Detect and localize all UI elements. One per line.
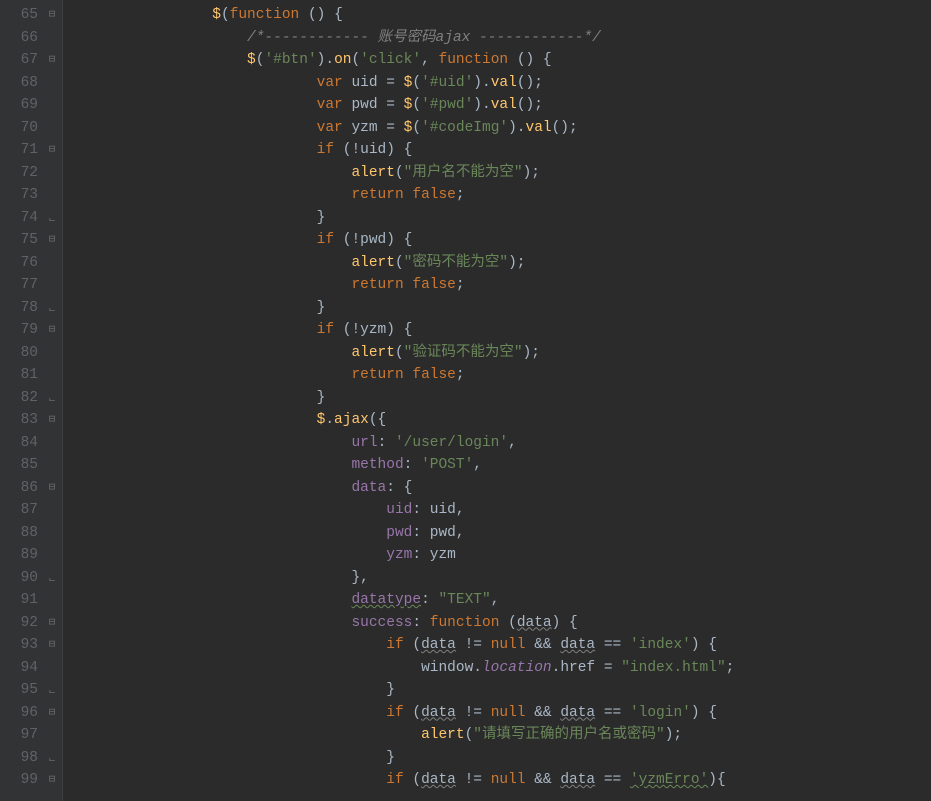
code-line[interactable]: return false;: [73, 364, 931, 387]
fold-close-icon[interactable]: ⌐: [46, 300, 58, 317]
fold-open-icon[interactable]: ⊟: [46, 232, 58, 249]
code-line[interactable]: if (data != null && data == 'index') {: [73, 634, 931, 657]
line-number: 90: [10, 567, 38, 590]
line-number: 88: [10, 522, 38, 545]
line-number: 76: [10, 252, 38, 275]
line-number: 77: [10, 274, 38, 297]
code-line[interactable]: return false;: [73, 184, 931, 207]
fold-open-icon[interactable]: ⊟: [46, 412, 58, 429]
code-line[interactable]: var uid = $('#uid').val();: [73, 72, 931, 95]
code-line[interactable]: }: [73, 747, 931, 770]
fold-open-icon[interactable]: ⊟: [46, 772, 58, 789]
code-line[interactable]: if (!pwd) {: [73, 229, 931, 252]
code-line[interactable]: success: function (data) {: [73, 612, 931, 635]
fold-close-icon[interactable]: ⌐: [46, 682, 58, 699]
line-number: 81: [10, 364, 38, 387]
code-line[interactable]: alert("请填写正确的用户名或密码");: [73, 724, 931, 747]
code-line[interactable]: var pwd = $('#pwd').val();: [73, 94, 931, 117]
line-number: 72: [10, 162, 38, 185]
line-number: 97: [10, 724, 38, 747]
code-line[interactable]: }: [73, 387, 931, 410]
line-number: 80: [10, 342, 38, 365]
line-number: 75: [10, 229, 38, 252]
code-line[interactable]: if (!uid) {: [73, 139, 931, 162]
code-line[interactable]: uid: uid,: [73, 499, 931, 522]
code-line[interactable]: /*------------ 账号密码ajax ------------*/: [73, 27, 931, 50]
fold-open-icon[interactable]: ⊟: [46, 322, 58, 339]
line-number: 67: [10, 49, 38, 72]
code-line[interactable]: yzm: yzm: [73, 544, 931, 567]
line-number: 86: [10, 477, 38, 500]
line-number: 66: [10, 27, 38, 50]
fold-close-icon[interactable]: ⌐: [46, 570, 58, 587]
line-number-gutter: 6566676869707172737475767778798081828384…: [0, 0, 44, 801]
code-line[interactable]: alert("密码不能为空");: [73, 252, 931, 275]
code-line[interactable]: datatype: "TEXT",: [73, 589, 931, 612]
line-number: 70: [10, 117, 38, 140]
fold-open-icon[interactable]: ⊟: [46, 615, 58, 632]
line-number: 74: [10, 207, 38, 230]
code-line[interactable]: return false;: [73, 274, 931, 297]
line-number: 71: [10, 139, 38, 162]
line-number: 96: [10, 702, 38, 725]
fold-close-icon[interactable]: ⌐: [46, 210, 58, 227]
line-number: 93: [10, 634, 38, 657]
code-line[interactable]: }: [73, 297, 931, 320]
line-number: 73: [10, 184, 38, 207]
line-number: 98: [10, 747, 38, 770]
code-line[interactable]: },: [73, 567, 931, 590]
code-line[interactable]: }: [73, 207, 931, 230]
line-number: 79: [10, 319, 38, 342]
code-line[interactable]: var yzm = $('#codeImg').val();: [73, 117, 931, 140]
line-number: 99: [10, 769, 38, 792]
fold-close-icon[interactable]: ⌐: [46, 390, 58, 407]
line-number: 82: [10, 387, 38, 410]
line-number: 85: [10, 454, 38, 477]
line-number: 95: [10, 679, 38, 702]
line-number: 91: [10, 589, 38, 612]
fold-column[interactable]: ⊟ ⊟ ⊟ ⌐ ⊟ ⌐ ⊟ ⌐ ⊟ ⊟ ⌐ ⊟ ⊟ ⌐ ⊟ ⌐ ⊟: [44, 0, 62, 801]
code-line[interactable]: alert("用户名不能为空");: [73, 162, 931, 185]
code-area[interactable]: $(function () { /*------------ 账号密码ajax …: [63, 0, 931, 801]
fold-open-icon[interactable]: ⊟: [46, 705, 58, 722]
code-line[interactable]: window.location.href = "index.html";: [73, 657, 931, 680]
line-number: 78: [10, 297, 38, 320]
line-number: 68: [10, 72, 38, 95]
line-number: 84: [10, 432, 38, 455]
code-line[interactable]: $('#btn').on('click', function () {: [73, 49, 931, 72]
line-number: 89: [10, 544, 38, 567]
line-number: 83: [10, 409, 38, 432]
line-number: 92: [10, 612, 38, 635]
code-line[interactable]: pwd: pwd,: [73, 522, 931, 545]
code-line[interactable]: if (data != null && data == 'yzmErro'){: [73, 769, 931, 792]
code-line[interactable]: data: {: [73, 477, 931, 500]
fold-close-icon[interactable]: ⌐: [46, 750, 58, 767]
code-line[interactable]: $(function () {: [73, 4, 931, 27]
fold-open-icon[interactable]: ⊟: [46, 52, 58, 69]
fold-open-icon[interactable]: ⊟: [46, 7, 58, 24]
line-number: 65: [10, 4, 38, 27]
line-number: 94: [10, 657, 38, 680]
code-line[interactable]: if (data != null && data == 'login') {: [73, 702, 931, 725]
code-line[interactable]: }: [73, 679, 931, 702]
code-line[interactable]: url: '/user/login',: [73, 432, 931, 455]
code-line[interactable]: method: 'POST',: [73, 454, 931, 477]
code-line[interactable]: $.ajax({: [73, 409, 931, 432]
line-number: 87: [10, 499, 38, 522]
fold-open-icon[interactable]: ⊟: [46, 480, 58, 497]
code-line[interactable]: if (!yzm) {: [73, 319, 931, 342]
line-number: 69: [10, 94, 38, 117]
code-editor[interactable]: 6566676869707172737475767778798081828384…: [0, 0, 931, 801]
fold-open-icon[interactable]: ⊟: [46, 637, 58, 654]
code-line[interactable]: alert("验证码不能为空");: [73, 342, 931, 365]
fold-open-icon[interactable]: ⊟: [46, 142, 58, 159]
